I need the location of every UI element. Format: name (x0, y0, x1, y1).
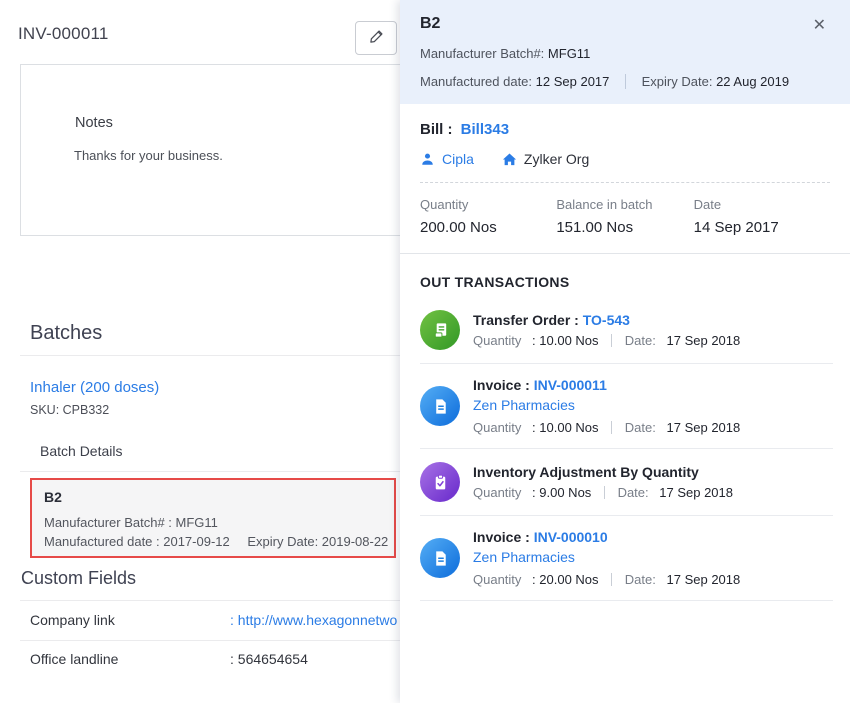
manufactured-date-label: Manufactured date: (420, 74, 532, 89)
quantity-label: Quantity (473, 420, 521, 435)
manufacturer-batch-line: Manufacturer Batch#: MFG11 (420, 46, 830, 61)
notes-heading: Notes (75, 115, 113, 131)
organization-name: Zylker Org (524, 151, 589, 167)
batch-item-link[interactable]: Inhaler (200 doses) (30, 379, 159, 396)
out-transactions-list: Transfer Order : TO-543 Quantity : 10.00… (420, 297, 833, 601)
manufacturer-batch-value: MFG11 (548, 46, 590, 61)
stat-label: Balance in batch (556, 197, 693, 212)
vendor-entity: Cipla (420, 151, 474, 167)
date-label: Date: (625, 333, 656, 348)
pencil-icon (367, 27, 386, 49)
inventory-adjustment-icon (420, 462, 460, 502)
date-value: 17 Sep 2018 (659, 485, 733, 500)
bill-link[interactable]: Bill343 (461, 121, 509, 138)
date-value: 17 Sep 2018 (667, 420, 741, 435)
date-label: Date: (618, 485, 649, 500)
stat-value: 14 Sep 2017 (694, 219, 830, 236)
divider (400, 253, 850, 254)
panel-header: B2 ✕ Manufacturer Batch#: MFG11 Manufact… (400, 0, 850, 104)
quantity-value: : 9.00 Nos (532, 485, 591, 500)
transaction-item: Invoice : INV-000011 Zen Pharmacies Quan… (420, 364, 833, 449)
item-sku: SKU: CPB332 (30, 403, 109, 417)
transaction-title: Transfer Order : (473, 312, 579, 328)
stat-date: Date 14 Sep 2017 (694, 197, 830, 236)
manufactured-date-value: 12 Sep 2017 (536, 74, 610, 89)
edit-button[interactable] (355, 21, 397, 55)
quantity-label: Quantity (473, 485, 521, 500)
transaction-item: Invoice : INV-000010 Zen Pharmacies Quan… (420, 516, 833, 601)
panel-title: B2 (420, 15, 440, 33)
date-value: 17 Sep 2018 (667, 333, 741, 348)
stat-value: 151.00 Nos (556, 219, 693, 236)
vertical-separator (625, 74, 626, 89)
customer-link[interactable]: Zen Pharmacies (473, 549, 575, 565)
vertical-separator (611, 573, 612, 586)
custom-field-label: Company link (30, 612, 115, 628)
batch-stats: Quantity 200.00 Nos Balance in batch 151… (400, 183, 850, 253)
date-label: Date: (625, 420, 656, 435)
quantity-value: : 10.00 Nos (532, 420, 599, 435)
quantity-value: : 20.00 Nos (532, 572, 599, 587)
date-label: Date: (625, 572, 656, 587)
batch-manufacturer-line: Manufacturer Batch# : MFG11 (44, 515, 382, 530)
bill-section: Bill : Bill343 Cipla Zylker Org (400, 104, 850, 183)
transaction-link[interactable]: TO-543 (583, 312, 630, 328)
transaction-title: Invoice : (473, 377, 530, 393)
expiry-date-label: Expiry Date: (642, 74, 713, 89)
stat-balance: Balance in batch 151.00 Nos (556, 197, 693, 236)
date-value: 17 Sep 2018 (667, 572, 741, 587)
invoice-icon (420, 386, 460, 426)
custom-field-label: Office landline (30, 651, 118, 667)
stat-label: Quantity (420, 197, 556, 212)
selected-batch-card[interactable]: B2 Manufacturer Batch# : MFG11 Manufactu… (30, 478, 396, 558)
batch-expiry-date: Expiry Date: 2019-08-22 (247, 534, 388, 549)
vertical-separator (604, 486, 605, 499)
out-transactions-heading: OUT TRANSACTIONS (420, 274, 830, 290)
quantity-value: : 10.00 Nos (532, 333, 599, 348)
office-landline-value: : 564654654 (230, 651, 308, 667)
vertical-separator (611, 334, 612, 347)
vertical-separator (611, 421, 612, 434)
batch-manufactured-date: Manufactured date : 2017-09-12 (44, 534, 230, 549)
transaction-link[interactable]: INV-000010 (534, 529, 608, 545)
custom-fields-heading: Custom Fields (21, 568, 136, 589)
invoice-icon (420, 538, 460, 578)
batch-details-heading: Batch Details (40, 443, 122, 459)
transaction-meta: Quantity : 9.00 Nos Date: 17 Sep 2018 (473, 485, 733, 500)
transaction-meta: Quantity : 20.00 Nos Date: 17 Sep 2018 (473, 572, 740, 587)
person-icon (420, 152, 435, 167)
batches-heading: Batches (30, 322, 102, 345)
building-icon (502, 152, 517, 167)
stat-label: Date (694, 197, 830, 212)
company-link-value[interactable]: : http://www.hexagonnetwo (230, 612, 397, 628)
page-title: INV-000011 (18, 24, 109, 44)
transaction-link[interactable]: INV-000011 (534, 377, 607, 393)
expiry-date-value: 22 Aug 2019 (716, 74, 789, 89)
transaction-item: Inventory Adjustment By Quantity Quantit… (420, 449, 833, 516)
stat-quantity: Quantity 200.00 Nos (420, 197, 556, 236)
quantity-label: Quantity (473, 333, 521, 348)
dates-line: Manufactured date: 12 Sep 2017 Expiry Da… (420, 74, 830, 89)
organization-entity: Zylker Org (502, 151, 589, 167)
batch-dates-line: Manufactured date : 2017-09-12 Expiry Da… (44, 534, 382, 549)
transaction-item: Transfer Order : TO-543 Quantity : 10.00… (420, 297, 833, 364)
transaction-title: Invoice : (473, 529, 530, 545)
transfer-order-icon (420, 310, 460, 350)
close-icon[interactable]: ✕ (809, 15, 830, 37)
bill-label: Bill : (420, 121, 453, 138)
quantity-label: Quantity (473, 572, 521, 587)
notes-body: Thanks for your business. (74, 148, 223, 163)
vendor-link[interactable]: Cipla (442, 151, 474, 167)
transaction-meta: Quantity : 10.00 Nos Date: 17 Sep 2018 (473, 333, 740, 348)
stat-value: 200.00 Nos (420, 219, 556, 236)
batch-detail-panel: B2 ✕ Manufacturer Batch#: MFG11 Manufact… (400, 0, 850, 703)
transaction-meta: Quantity : 10.00 Nos Date: 17 Sep 2018 (473, 420, 740, 435)
manufacturer-batch-label: Manufacturer Batch#: (420, 46, 544, 61)
batch-name: B2 (44, 489, 382, 505)
customer-link[interactable]: Zen Pharmacies (473, 397, 575, 413)
transaction-title: Inventory Adjustment By Quantity (473, 464, 699, 480)
